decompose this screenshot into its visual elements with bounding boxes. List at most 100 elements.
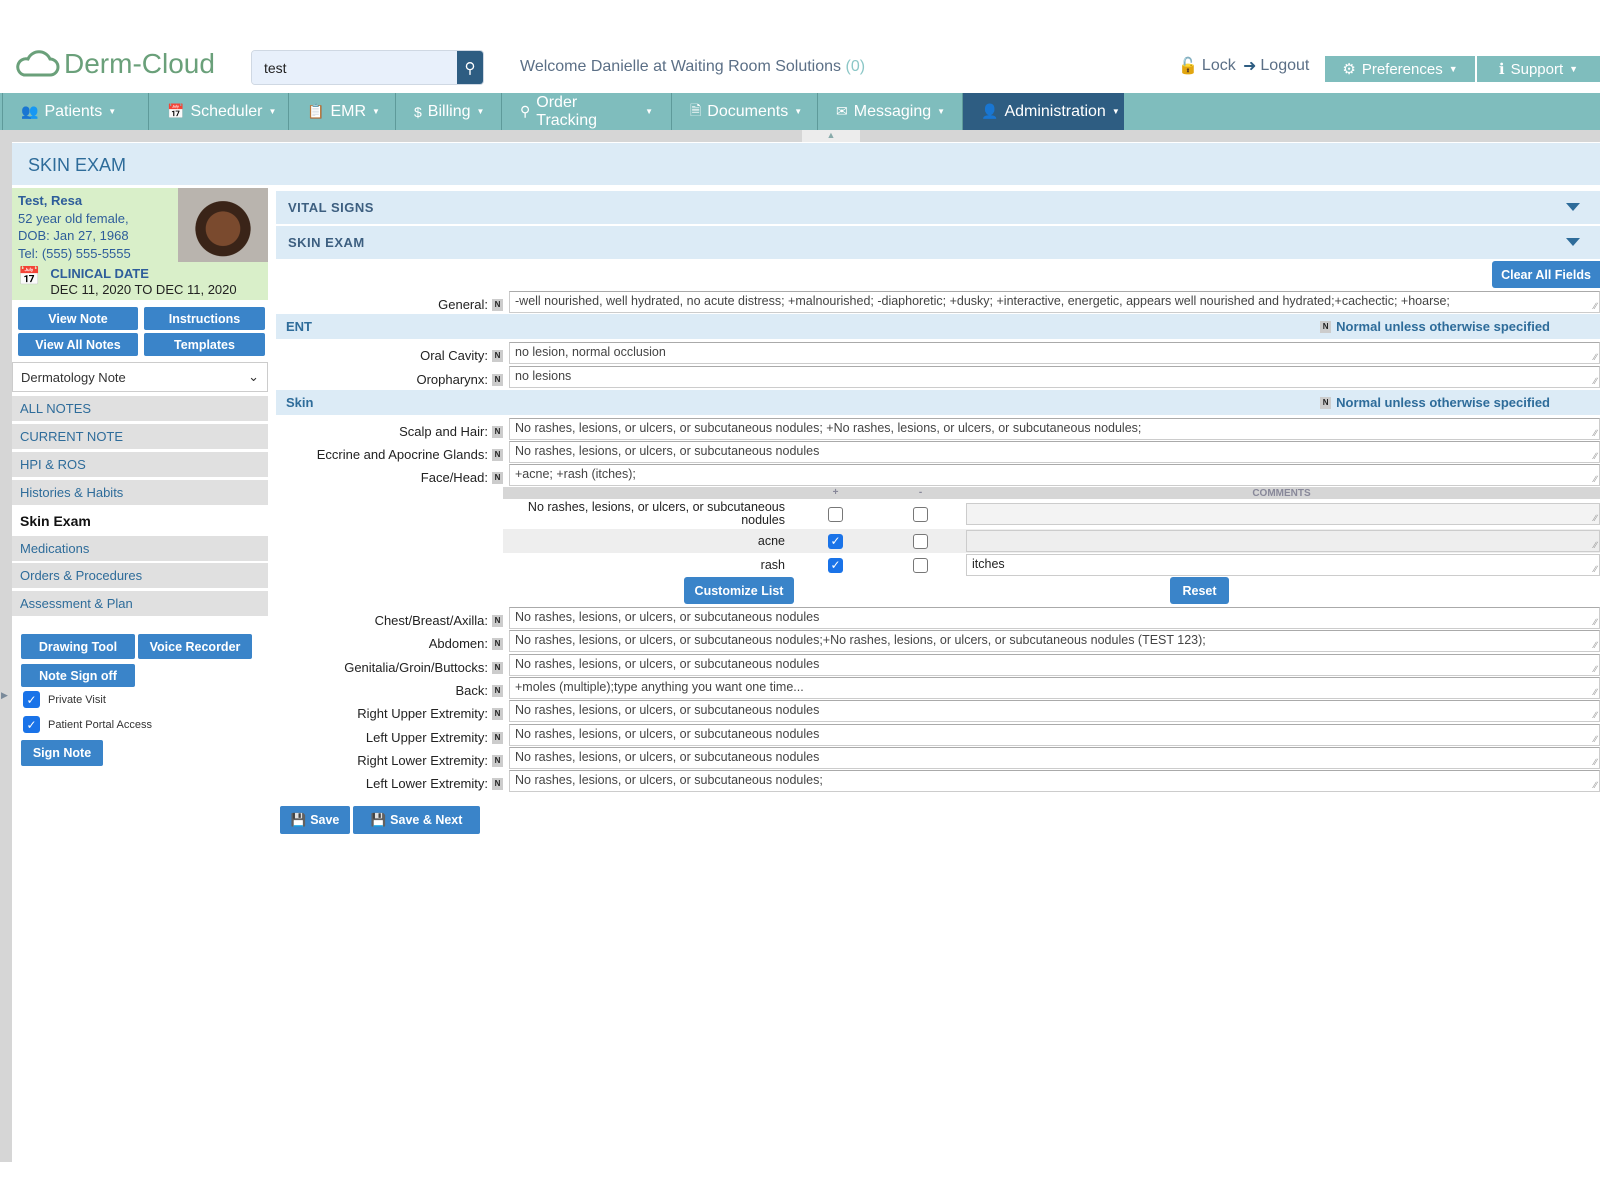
sidebar-item-hpi-ros[interactable]: HPI & ROS	[12, 452, 268, 477]
nav-scheduler[interactable]: 📅 Scheduler ▼	[148, 93, 288, 130]
reset-button[interactable]: Reset	[1170, 577, 1229, 604]
normal-n-button[interactable]: N	[492, 472, 503, 484]
private-visit-checkbox[interactable]: ✓	[23, 691, 40, 708]
sidebar-item-skin-exam[interactable]: Skin Exam	[12, 508, 268, 533]
exam-textarea[interactable]: No rashes, lesions, or ulcers, or subcut…	[509, 441, 1600, 463]
comment-input[interactable]: itches ∕∕	[966, 554, 1600, 576]
search-input[interactable]	[252, 51, 457, 84]
comment-input[interactable]: ∕∕	[966, 503, 1600, 525]
nav-patients[interactable]: 👥 Patients ▼	[2, 93, 148, 130]
sidebar-item-orders-procedures[interactable]: Orders & Procedures	[12, 563, 268, 588]
exam-textarea[interactable]: no lesion, normal occlusion ∕∕	[509, 342, 1600, 364]
sidebar-item-current-note[interactable]: CURRENT NOTE	[12, 424, 268, 449]
checkbox-checked[interactable]: ✓	[828, 557, 843, 573]
resize-handle-icon[interactable]: ∕∕	[1594, 757, 1597, 767]
templates-button[interactable]: Templates	[144, 333, 265, 356]
normal-unless-specified-button[interactable]: N Normal unless otherwise specified	[1320, 319, 1550, 334]
resize-handle-icon[interactable]: ∕∕	[1594, 780, 1597, 790]
support-button[interactable]: ℹ Support ▼	[1477, 56, 1600, 82]
nav-billing[interactable]: $ Billing ▼	[395, 93, 501, 130]
search-button[interactable]: ⚲	[457, 51, 483, 84]
resize-handle-icon[interactable]: ∕∕	[1594, 664, 1597, 674]
normal-n-button[interactable]: N	[492, 755, 503, 767]
portal-access-checkbox[interactable]: ✓	[23, 716, 40, 733]
exam-textarea[interactable]: no lesions ∕∕	[509, 366, 1600, 388]
sidebar-item-assessment-plan[interactable]: Assessment & Plan	[12, 591, 268, 616]
checkbox-unchecked[interactable]	[828, 506, 843, 522]
sidebar-collapse-rail[interactable]: ▶	[0, 142, 12, 1162]
instructions-button[interactable]: Instructions	[144, 307, 265, 330]
sidebar-item-histories-habits[interactable]: Histories & Habits	[12, 480, 268, 505]
resize-handle-icon[interactable]: ∕∕	[1594, 617, 1597, 627]
clear-all-fields-button[interactable]: Clear All Fields	[1492, 261, 1600, 288]
drawing-tool-button[interactable]: Drawing Tool	[21, 634, 135, 659]
checkbox-unchecked[interactable]	[913, 506, 928, 522]
resize-handle-icon[interactable]: ∕∕	[1594, 474, 1597, 484]
save-next-button[interactable]: 💾 Save & Next	[353, 806, 480, 834]
comment-input[interactable]: ∕∕	[966, 530, 1600, 552]
exam-textarea[interactable]: No rashes, lesions, or ulcers, or subcut…	[509, 724, 1600, 746]
resize-handle-icon[interactable]: ∕∕	[1594, 540, 1597, 550]
normal-n-button[interactable]: N	[492, 426, 503, 438]
exam-textarea[interactable]: No rashes, lesions, or ulcers, or subcut…	[509, 770, 1600, 792]
exam-textarea[interactable]: No rashes, lesions, or ulcers, or subcut…	[509, 607, 1600, 629]
nav-order-tracking[interactable]: ⚲ Order Tracking ▼	[501, 93, 671, 130]
nav-documents[interactable]: 🗎 Documents ▼	[671, 93, 817, 130]
exam-textarea[interactable]: +moles (multiple);type anything you want…	[509, 677, 1600, 699]
view-note-button[interactable]: View Note	[18, 307, 138, 330]
sidebar-item-all-notes[interactable]: ALL NOTES	[12, 396, 268, 421]
normal-n-button[interactable]: N	[492, 662, 503, 674]
normal-n-button[interactable]: N	[492, 638, 503, 650]
normal-n-button[interactable]: N	[492, 732, 503, 744]
exam-textarea[interactable]: No rashes, lesions, or ulcers, or subcut…	[509, 700, 1600, 722]
exam-textarea[interactable]: No rashes, lesions, or ulcers, or subcut…	[509, 747, 1600, 769]
normal-n-button[interactable]: N	[492, 708, 503, 720]
view-all-notes-button[interactable]: View All Notes	[18, 333, 138, 356]
customize-list-button[interactable]: Customize List	[684, 577, 794, 604]
normal-unless-specified-button[interactable]: N Normal unless otherwise specified	[1320, 395, 1550, 410]
collapse-nav-toggle[interactable]: ▲	[802, 130, 860, 142]
normal-n-button[interactable]: N	[492, 299, 503, 311]
exam-textarea[interactable]: No rashes, lesions, or ulcers, or subcut…	[509, 418, 1600, 440]
resize-handle-icon[interactable]: ∕∕	[1594, 710, 1597, 720]
resize-handle-icon[interactable]: ∕∕	[1594, 513, 1597, 523]
resize-handle-icon[interactable]: ∕∕	[1594, 687, 1597, 697]
exam-textarea[interactable]: -well nourished, well hydrated, no acute…	[509, 291, 1600, 313]
sidebar-item-medications[interactable]: Medications	[12, 536, 268, 561]
checkbox-checked[interactable]: ✓	[828, 533, 843, 549]
checkbox-unchecked[interactable]	[913, 557, 928, 573]
vital-signs-section[interactable]: VITAL SIGNS	[276, 191, 1600, 224]
message-count[interactable]: (0)	[845, 58, 865, 75]
resize-handle-icon[interactable]: ∕∕	[1594, 352, 1597, 362]
nav-administration[interactable]: 👤 Administration ▼	[962, 93, 1124, 130]
resize-handle-icon[interactable]: ∕∕	[1594, 640, 1597, 650]
exam-textarea[interactable]: No rashes, lesions, or ulcers, or subcut…	[509, 654, 1600, 676]
resize-handle-icon[interactable]: ∕∕	[1594, 734, 1597, 744]
voice-recorder-button[interactable]: Voice Recorder	[138, 634, 252, 659]
resize-handle-icon[interactable]: ∕∕	[1594, 376, 1597, 386]
normal-n-button[interactable]: N	[492, 350, 503, 362]
resize-handle-icon[interactable]: ∕∕	[1594, 451, 1597, 461]
normal-n-button[interactable]: N	[492, 685, 503, 697]
save-button[interactable]: 💾 Save	[280, 806, 350, 834]
note-sign-off-button[interactable]: Note Sign off	[21, 664, 135, 687]
logout-link[interactable]: ➜ Logout	[1243, 56, 1309, 76]
note-type-select[interactable]: Dermatology Note ⌄	[12, 362, 268, 392]
lock-link[interactable]: 🔓 Lock	[1178, 56, 1236, 76]
skin-exam-section[interactable]: SKIN EXAM	[276, 226, 1600, 259]
normal-n-button[interactable]: N	[492, 449, 503, 461]
normal-n-button[interactable]: N	[492, 615, 503, 627]
checkbox-unchecked[interactable]	[913, 533, 928, 549]
findings-table: + - COMMENTS No rashes, lesions, or ulcers…	[503, 487, 1600, 577]
exam-textarea[interactable]: +acne; +rash (itches); ∕∕	[509, 464, 1600, 486]
exam-textarea[interactable]: No rashes, lesions, or ulcers, or subcut…	[509, 630, 1600, 652]
nav-messaging[interactable]: ✉ Messaging ▼	[817, 93, 962, 130]
resize-handle-icon[interactable]: ∕∕	[1594, 564, 1597, 574]
sign-note-button[interactable]: Sign Note	[21, 740, 103, 766]
nav-emr[interactable]: 📋 EMR ▼	[288, 93, 395, 130]
normal-n-button[interactable]: N	[492, 778, 503, 790]
resize-handle-icon[interactable]: ∕∕	[1594, 301, 1597, 311]
preferences-button[interactable]: ⚙ Preferences ▼	[1325, 56, 1475, 82]
normal-n-button[interactable]: N	[492, 374, 503, 386]
resize-handle-icon[interactable]: ∕∕	[1594, 428, 1597, 438]
